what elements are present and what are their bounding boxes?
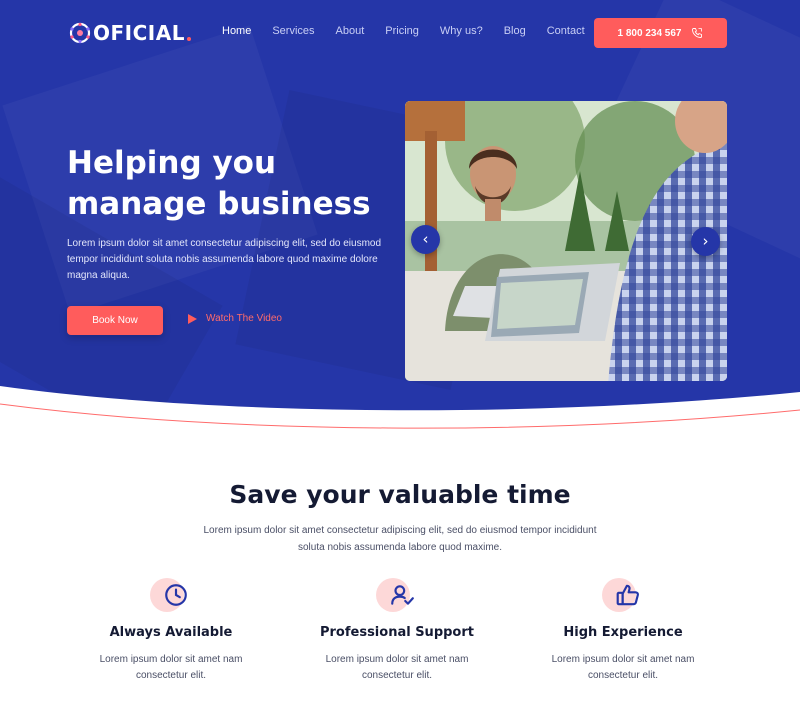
- brand-logo[interactable]: OFICIAL: [68, 21, 191, 45]
- feature-title: Always Available: [109, 625, 233, 640]
- nav-item-pricing[interactable]: Pricing: [385, 25, 419, 37]
- feature-card: Professional Support Lorem ipsum dolor s…: [297, 578, 497, 684]
- slider-next-button[interactable]: ›: [691, 227, 720, 256]
- nav-item-why-us[interactable]: Why us?: [440, 25, 483, 37]
- feature-card: Always Available Lorem ipsum dolor sit a…: [71, 578, 271, 684]
- chevron-right-icon: ›: [702, 232, 709, 250]
- feature-description: Lorem ipsum dolor sit amet nam consectet…: [99, 654, 243, 681]
- nav-item-home[interactable]: Home: [222, 25, 251, 37]
- hero-title-line-2: manage business: [67, 186, 371, 222]
- hero-title: Helping you manage business: [67, 143, 397, 225]
- feature-icon-wrap: [602, 578, 644, 612]
- logo-mark-icon: [69, 22, 91, 44]
- clock-icon: [165, 584, 187, 606]
- feature-description: Lorem ipsum dolor sit amet nam consectet…: [551, 654, 695, 681]
- phone-icon: [692, 28, 703, 38]
- play-icon: [188, 313, 197, 324]
- feature-title: Professional Support: [319, 625, 474, 640]
- phone-number: 1 800 234 567: [617, 27, 682, 39]
- feature-title: High Experience: [563, 625, 683, 640]
- thumbs-up-icon: [616, 584, 639, 606]
- nav-item-contact[interactable]: Contact: [547, 25, 585, 37]
- feature-icon-wrap: [150, 578, 192, 612]
- main-menu: Home Services About Pricing Why us? Blog…: [222, 25, 606, 37]
- hero-photo: [405, 101, 727, 381]
- brand-name: OFICIAL: [93, 21, 185, 45]
- nav-item-services[interactable]: Services: [272, 25, 314, 37]
- nav-item-blog[interactable]: Blog: [504, 25, 526, 37]
- slider-prev-button[interactable]: ‹: [411, 225, 440, 254]
- features-title: Save your valuable time: [229, 480, 571, 509]
- brand-dot: [186, 37, 191, 41]
- feature-icon-wrap: [376, 578, 418, 612]
- hero-description: Lorem ipsum dolor sit amet consectetur a…: [67, 238, 382, 281]
- phone-call-button[interactable]: 1 800 234 567: [594, 18, 727, 48]
- book-now-button[interactable]: Book Now: [67, 306, 163, 335]
- hero-title-line-1: Helping you: [67, 145, 277, 181]
- feature-description: Lorem ipsum dolor sit amet nam consectet…: [325, 654, 469, 681]
- chevron-left-icon: ‹: [422, 230, 429, 248]
- user-check-icon: [391, 585, 414, 605]
- nav-item-about[interactable]: About: [336, 25, 365, 37]
- hero-image-slider: [405, 101, 727, 381]
- top-navigation: OFICIAL Home Services About Pricing Why …: [0, 0, 800, 66]
- watch-video-label: Watch The Video: [206, 313, 282, 324]
- features-description: Lorem ipsum dolor sit amet consectetur a…: [203, 525, 597, 553]
- watch-video-link[interactable]: Watch The Video: [188, 313, 282, 324]
- feature-card: High Experience Lorem ipsum dolor sit am…: [523, 578, 723, 684]
